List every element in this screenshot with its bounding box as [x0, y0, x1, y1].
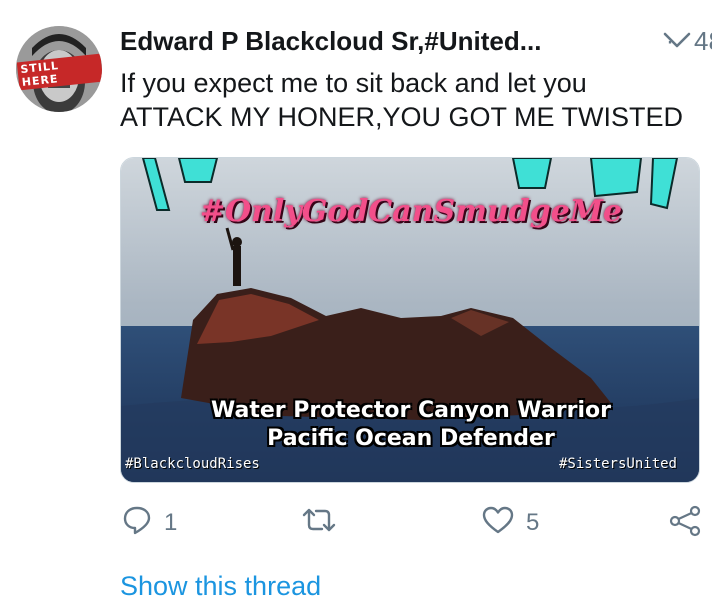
- share-button[interactable]: [668, 505, 702, 542]
- tweet-text-line-2: ATTACK MY HONER,YOU GOT ME TWISTED: [120, 102, 684, 132]
- avatar[interactable]: STILL HERE: [16, 26, 102, 112]
- reply-button[interactable]: 1: [122, 505, 177, 540]
- retweet-icon: [300, 505, 338, 540]
- media-tag-right: #SistersUnited: [558, 456, 677, 472]
- display-name[interactable]: Edward P Blackcloud Sr,#United...: [120, 26, 541, 57]
- reply-icon: [122, 505, 152, 540]
- tweet: STILL HERE Edward P Blackcloud Sr,#Unite…: [0, 0, 712, 602]
- tweet-header: Edward P Blackcloud Sr,#United... · 48m: [120, 24, 712, 64]
- media-caption-line-2: Pacific Ocean Defender: [267, 426, 555, 451]
- tweet-media[interactable]: #OnlyGodCanSmudgeMe Water Protector Cany…: [120, 157, 700, 483]
- tweet-text: If you expect me to sit back and let you…: [120, 66, 700, 134]
- share-icon: [668, 505, 702, 542]
- reply-count: 1: [164, 508, 178, 536]
- tweet-actions: 1 5: [120, 505, 710, 545]
- retweet-button[interactable]: [300, 505, 338, 540]
- like-count: 5: [526, 508, 540, 536]
- media-hashtag: #OnlyGodCanSmudgeMe: [199, 194, 623, 229]
- show-thread-link[interactable]: Show this thread: [120, 571, 321, 602]
- tweet-text-line-1: If you expect me to sit back and let you: [120, 68, 587, 98]
- like-button[interactable]: 5: [482, 505, 539, 540]
- media-caption-line-1: Water Protector Canyon Warrior: [211, 398, 611, 423]
- media-tag-left: #BlackcloudRises: [125, 456, 260, 472]
- chevron-down-icon[interactable]: [662, 30, 692, 55]
- like-icon: [482, 505, 514, 540]
- timestamp[interactable]: 48m: [694, 26, 712, 57]
